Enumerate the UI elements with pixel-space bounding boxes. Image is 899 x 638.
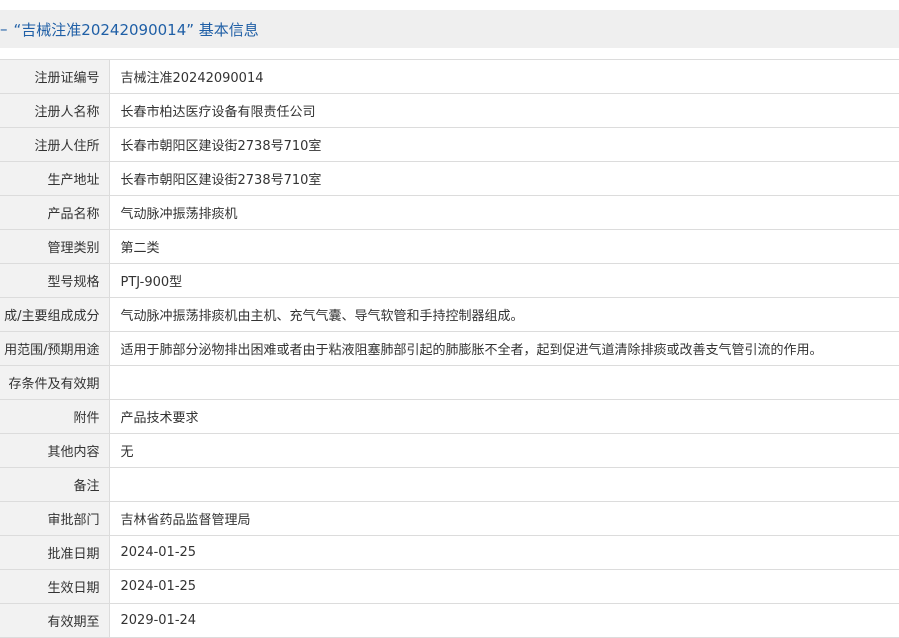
table-row: 生效日期 2024-01-25 (0, 569, 899, 604)
row-label: 有效期至 (0, 603, 110, 638)
row-label: 生产地址 (0, 161, 110, 196)
row-value: 2024-01-25 (109, 535, 899, 570)
row-label: 其他内容 (0, 433, 110, 468)
row-label: 注册人住所 (0, 127, 110, 162)
row-value: 长春市朝阳区建设街2738号710室 (109, 161, 899, 196)
row-label: 管理类别 (0, 229, 110, 264)
row-value: PTJ-900型 (109, 263, 899, 298)
row-label: 生效日期 (0, 569, 110, 604)
row-label: 存条件及有效期 (0, 365, 110, 400)
table-row: 审批部门 吉林省药品监督管理局 (0, 501, 899, 536)
row-value: 吉械注准20242090014 (109, 59, 899, 94)
row-label: 成/主要组成成分 (0, 297, 110, 332)
row-value: 吉林省药品监督管理局 (109, 501, 899, 536)
table-row: 注册证编号 吉械注准20242090014 (0, 59, 899, 94)
row-value: 2029-01-24 (109, 603, 899, 638)
section-title: “吉械注准20242090014” 基本信息 (13, 20, 259, 39)
row-value: 适用于肺部分泌物排出困难或者由于粘液阻塞肺部引起的肺膨胀不全者，起到促进气道清除… (109, 331, 899, 366)
row-label: 批准日期 (0, 535, 110, 570)
row-value: 长春市朝阳区建设街2738号710室 (109, 127, 899, 162)
table-row: 用范围/预期用途 适用于肺部分泌物排出困难或者由于粘液阻塞肺部引起的肺膨胀不全者，… (0, 331, 899, 366)
row-label: 注册人名称 (0, 93, 110, 128)
row-value: 产品技术要求 (109, 399, 899, 434)
row-value: 2024-01-25 (109, 569, 899, 604)
row-value: 无 (109, 433, 899, 468)
table-row: 管理类别 第二类 (0, 229, 899, 264)
top-spacer (0, 0, 899, 10)
row-value: 气动脉冲振荡排痰机由主机、充气气囊、导气软管和手持控制器组成。 (109, 297, 899, 332)
row-value: 长春市柏达医疗设备有限责任公司 (109, 93, 899, 128)
table-row: 批准日期 2024-01-25 (0, 535, 899, 570)
table-row: 型号规格 PTJ-900型 (0, 263, 899, 298)
row-label: 型号规格 (0, 263, 110, 298)
table-row: 附件 产品技术要求 (0, 399, 899, 434)
table-row: 注册人住所 长春市朝阳区建设街2738号710室 (0, 127, 899, 162)
row-value (109, 365, 899, 400)
row-value (109, 467, 899, 502)
row-label: 产品名称 (0, 195, 110, 230)
row-label: 审批部门 (0, 501, 110, 536)
table-row: 有效期至 2029-01-24 (0, 603, 899, 638)
info-table: 注册证编号 吉械注准20242090014 注册人名称 长春市柏达医疗设备有限责任公… (0, 59, 899, 638)
row-label: 附件 (0, 399, 110, 434)
section-header[interactable]: – “吉械注准20242090014” 基本信息 (0, 10, 899, 48)
table-row: 产品名称 气动脉冲振荡排痰机 (0, 195, 899, 230)
row-value: 气动脉冲振荡排痰机 (109, 195, 899, 230)
row-label: 用范围/预期用途 (0, 331, 110, 366)
collapse-toggle-icon[interactable]: – (0, 20, 8, 38)
row-label: 备注 (0, 467, 110, 502)
table-row: 备注 (0, 467, 899, 502)
row-value: 第二类 (109, 229, 899, 264)
table-row: 存条件及有效期 (0, 365, 899, 400)
table-row: 注册人名称 长春市柏达医疗设备有限责任公司 (0, 93, 899, 128)
row-label: 注册证编号 (0, 59, 110, 94)
table-row: 生产地址 长春市朝阳区建设街2738号710室 (0, 161, 899, 196)
table-row: 其他内容无 (0, 433, 899, 468)
table-row: 成/主要组成成分 气动脉冲振荡排痰机由主机、充气气囊、导气软管和手持控制器组成。 (0, 297, 899, 332)
spacer (0, 48, 899, 59)
